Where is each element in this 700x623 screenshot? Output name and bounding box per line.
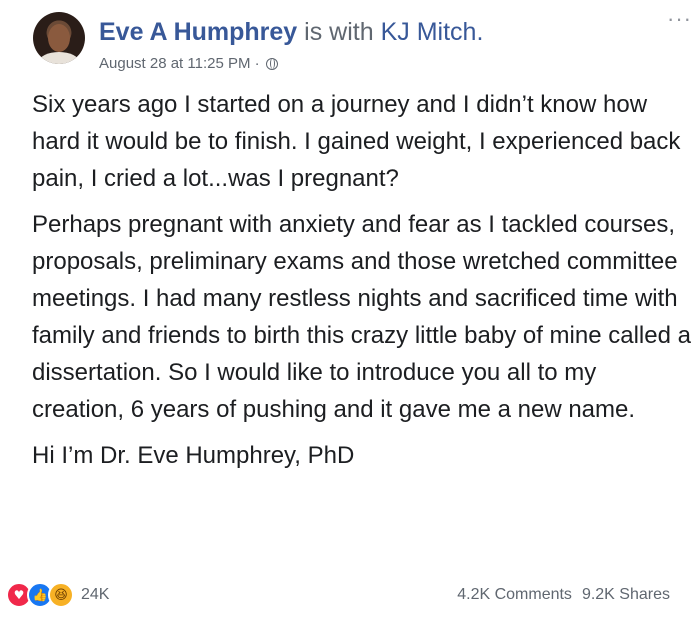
tagged-user[interactable]: KJ Mitch.	[381, 18, 484, 46]
more-options-icon[interactable]: ···	[667, 6, 692, 32]
post-avatar[interactable]	[33, 12, 85, 64]
haha-reaction-icon[interactable]: 😆	[48, 582, 74, 608]
post-paragraph: Perhaps pregnant with anxiety and fear a…	[32, 211, 691, 423]
reaction-count[interactable]: 24K	[81, 586, 109, 604]
post-timestamp[interactable]: August 28 at 11:25 PM ·	[99, 55, 260, 72]
post-paragraph: Hi I’m Dr. Eve Humphrey, PhD	[32, 442, 355, 469]
avatar-shirt	[39, 52, 79, 64]
author-name[interactable]: Eve A Humphrey	[99, 18, 297, 46]
post-meta: August 28 at 11:25 PM ·	[99, 55, 278, 72]
post-stats: 4.2K Comments 9.2K Shares	[457, 586, 670, 604]
with-text: is with	[304, 18, 374, 46]
reactions-summary[interactable]: ♥ 👍 😆 24K	[6, 582, 109, 608]
post-paragraph: Six years ago I started on a journey and…	[32, 91, 681, 192]
post-header: Eve A Humphrey is with KJ Mitch.	[99, 16, 483, 48]
comments-count-link[interactable]: 4.2K Comments	[457, 586, 572, 604]
globe-icon[interactable]	[265, 57, 278, 70]
shares-count-link[interactable]: 9.2K Shares	[582, 586, 670, 604]
post-footer: ♥ 👍 😆 24K 4.2K Comments 9.2K Shares	[0, 582, 700, 612]
post-body: Six years ago I started on a journey and…	[32, 86, 692, 483]
avatar-face	[48, 24, 70, 52]
